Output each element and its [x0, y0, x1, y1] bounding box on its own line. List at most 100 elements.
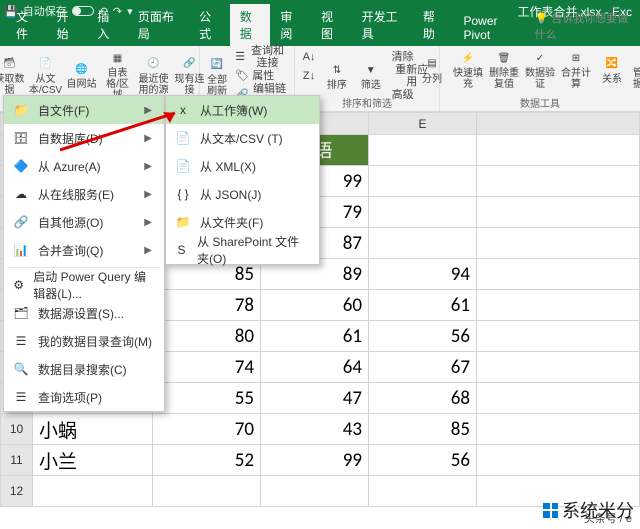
menu-item[interactable]: 📁 从文件夹(F) — [166, 208, 319, 236]
menu-item-icon: { } — [174, 187, 192, 201]
recent-sources-button[interactable]: 🕘最近使用的源 — [137, 48, 171, 102]
chevron-right-icon: ▶ — [144, 105, 152, 116]
redo-icon[interactable]: ↷ — [113, 5, 122, 18]
chevron-right-icon: ▶ — [144, 133, 152, 144]
sort-asc-button[interactable]: A↓ — [299, 48, 319, 66]
menu-item-icon: ⚙ — [12, 278, 25, 292]
undo-icon[interactable]: ↶ — [99, 5, 108, 18]
menu-item[interactable]: 🔷从 Azure(A)▶ — [4, 152, 164, 180]
tab-formula[interactable]: 公式 — [189, 4, 230, 46]
conn-icon: 🔗 — [181, 55, 199, 73]
consolidate-button[interactable]: ⊞合并计算 — [559, 48, 593, 91]
menu-item-icon: ☰ — [12, 390, 30, 404]
menu-item-label: 从 SharePoint 文件夹(O) — [197, 233, 307, 267]
chevron-right-icon: ▶ — [144, 189, 152, 200]
menu-item-icon: x — [174, 103, 192, 117]
menu-item-label: 从 JSON(J) — [200, 186, 261, 203]
menu-item-label: 启动 Power Query 编辑器(L)... — [33, 268, 152, 302]
menu-item[interactable]: ⚙ 启动 Power Query 编辑器(L)... — [4, 271, 164, 299]
remove-dup-button[interactable]: 🗑删除重复值 — [487, 48, 521, 91]
get-data-icon: 🗃 — [1, 55, 19, 73]
menu-item-label: 从 XML(X) — [200, 158, 256, 175]
menu-item-icon: 🔍 — [12, 362, 30, 376]
menu-item[interactable]: 📄 从 XML(X) — [166, 152, 319, 180]
col-header-e[interactable]: E — [369, 113, 477, 135]
menu-item[interactable]: { } 从 JSON(J) — [166, 180, 319, 208]
menu-item-icon: 🗄 — [12, 131, 30, 145]
menu-item-label: 合并查询(Q) — [38, 242, 103, 259]
menu-item-label: 查询选项(P) — [38, 389, 102, 406]
menu-item[interactable]: 📁 自文件(F) ▶ — [4, 96, 164, 124]
menu-item[interactable]: 🗄 自数据库(D) ▶ — [4, 124, 164, 152]
from-file-submenu: x 从工作簿(W) 📄 从文本/CSV (T) 📄 从 XML(X) { } 从 JSON(J… — [165, 95, 320, 265]
menu-item-label: 自数据库(D) — [38, 130, 103, 147]
autosave-toggle[interactable] — [72, 6, 94, 16]
autosave-label: 自动保存 — [23, 3, 67, 19]
tab-dev[interactable]: 开发工具 — [352, 4, 413, 46]
menu-item-icon: 🗂 — [12, 306, 30, 320]
from-table-button[interactable]: ▦自表格/区域 — [101, 48, 135, 102]
web-icon: 🌐 — [73, 60, 91, 78]
tab-layout[interactable]: 页面布局 — [128, 4, 189, 46]
data-model-button[interactable]: ▦管理数据模型 — [631, 48, 640, 91]
menu-item-icon: 📄 — [174, 159, 192, 173]
from-text-csv-button[interactable]: 📄从文本/CSV — [29, 48, 63, 102]
chevron-right-icon: ▶ — [144, 161, 152, 172]
text-to-cols-button[interactable]: ▤分列 — [415, 48, 449, 91]
group-label-tools: 数据工具 — [440, 95, 640, 110]
filter-icon: ▼ — [362, 61, 380, 79]
tab-view[interactable]: 视图 — [311, 4, 352, 46]
menu-item-icon: 📁 — [174, 215, 192, 229]
menu-item-label: 数据源设置(S)... — [38, 305, 124, 322]
menu-item-icon: ☁ — [12, 187, 30, 201]
menu-item-label: 从在线服务(E) — [38, 186, 114, 203]
menu-item[interactable]: x 从工作簿(W) — [166, 96, 319, 124]
queries-conn-button[interactable]: ☰查询和连接 — [232, 48, 290, 66]
menu-item-label: 数据目录搜索(C) — [38, 361, 127, 378]
refresh-icon: 🔄 — [208, 56, 226, 74]
menu-item[interactable]: 🔗自其他源(O)▶ — [4, 208, 164, 236]
from-web-button[interactable]: 🌐自网站 — [65, 48, 99, 102]
menu-item-icon: 📁 — [12, 103, 30, 117]
tab-review[interactable]: 审阅 — [270, 4, 311, 46]
menu-item-label: 我的数据目录查询(M) — [38, 333, 152, 350]
menu-item-icon: ☰ — [12, 334, 30, 348]
sort-desc-button[interactable]: Z↓ — [299, 67, 319, 85]
tab-help[interactable]: 帮助 — [413, 4, 454, 46]
menu-item-icon: 📄 — [174, 131, 192, 145]
menu-item-icon: 🔷 — [12, 159, 30, 173]
windows-logo-icon — [543, 503, 558, 518]
menu-item[interactable]: 🗂 数据源设置(S)... — [4, 299, 164, 327]
table-icon: ▦ — [109, 49, 127, 67]
qat-more-icon[interactable]: ▾ — [127, 5, 133, 18]
chevron-right-icon: ▶ — [144, 245, 152, 256]
menu-item-label: 自其他源(O) — [38, 214, 103, 231]
menu-item[interactable]: ☰ 我的数据目录查询(M) — [4, 327, 164, 355]
menu-item-label: 从文本/CSV (T) — [200, 130, 283, 147]
chevron-right-icon: ▶ — [144, 217, 152, 228]
menu-item[interactable]: 📄 从文本/CSV (T) — [166, 124, 319, 152]
flash-fill-button[interactable]: ⚡快速填充 — [451, 48, 485, 91]
recent-icon: 🕘 — [145, 55, 163, 73]
menu-item[interactable]: S从 SharePoint 文件夹(O) — [166, 236, 319, 264]
save-icon[interactable]: 💾 — [4, 5, 18, 18]
get-data-menu: 📁自文件(F)▶🗄自数据库(D)▶🔷从 Azure(A)▶☁从在线服务(E)▶🔗… — [3, 95, 165, 412]
menu-item[interactable]: ☰ 查询选项(P) — [4, 383, 164, 411]
watermark: 系统米分 — [543, 497, 634, 523]
relationships-button[interactable]: 🔀关系 — [595, 48, 629, 91]
tab-powerpivot[interactable]: Power Pivot — [454, 10, 529, 46]
tell-me-search[interactable]: 💡 告诉我你想要做什么 — [529, 6, 640, 46]
menu-item[interactable]: 📊 合并查询(Q) ▶ — [4, 236, 164, 264]
menu-item[interactable]: ☁ 从在线服务(E) ▶ — [4, 180, 164, 208]
data-val-button[interactable]: ✓数据验证 — [523, 48, 557, 91]
menu-item-label: 从文件夹(F) — [200, 214, 263, 231]
menu-item-icon: 📊 — [12, 243, 30, 257]
get-data-button[interactable]: 🗃获取数据 — [0, 48, 27, 102]
sort-icon: ⇅ — [328, 61, 346, 79]
csv-icon: 📄 — [37, 55, 55, 73]
tab-data[interactable]: 数据 — [230, 4, 271, 46]
sort-asc-icon: A↓ — [302, 50, 316, 64]
menu-item-label: 从工作簿(W) — [200, 102, 267, 119]
menu-item[interactable]: 🔍 数据目录搜索(C) — [4, 355, 164, 383]
menu-item-label: 自文件(F) — [38, 102, 89, 119]
